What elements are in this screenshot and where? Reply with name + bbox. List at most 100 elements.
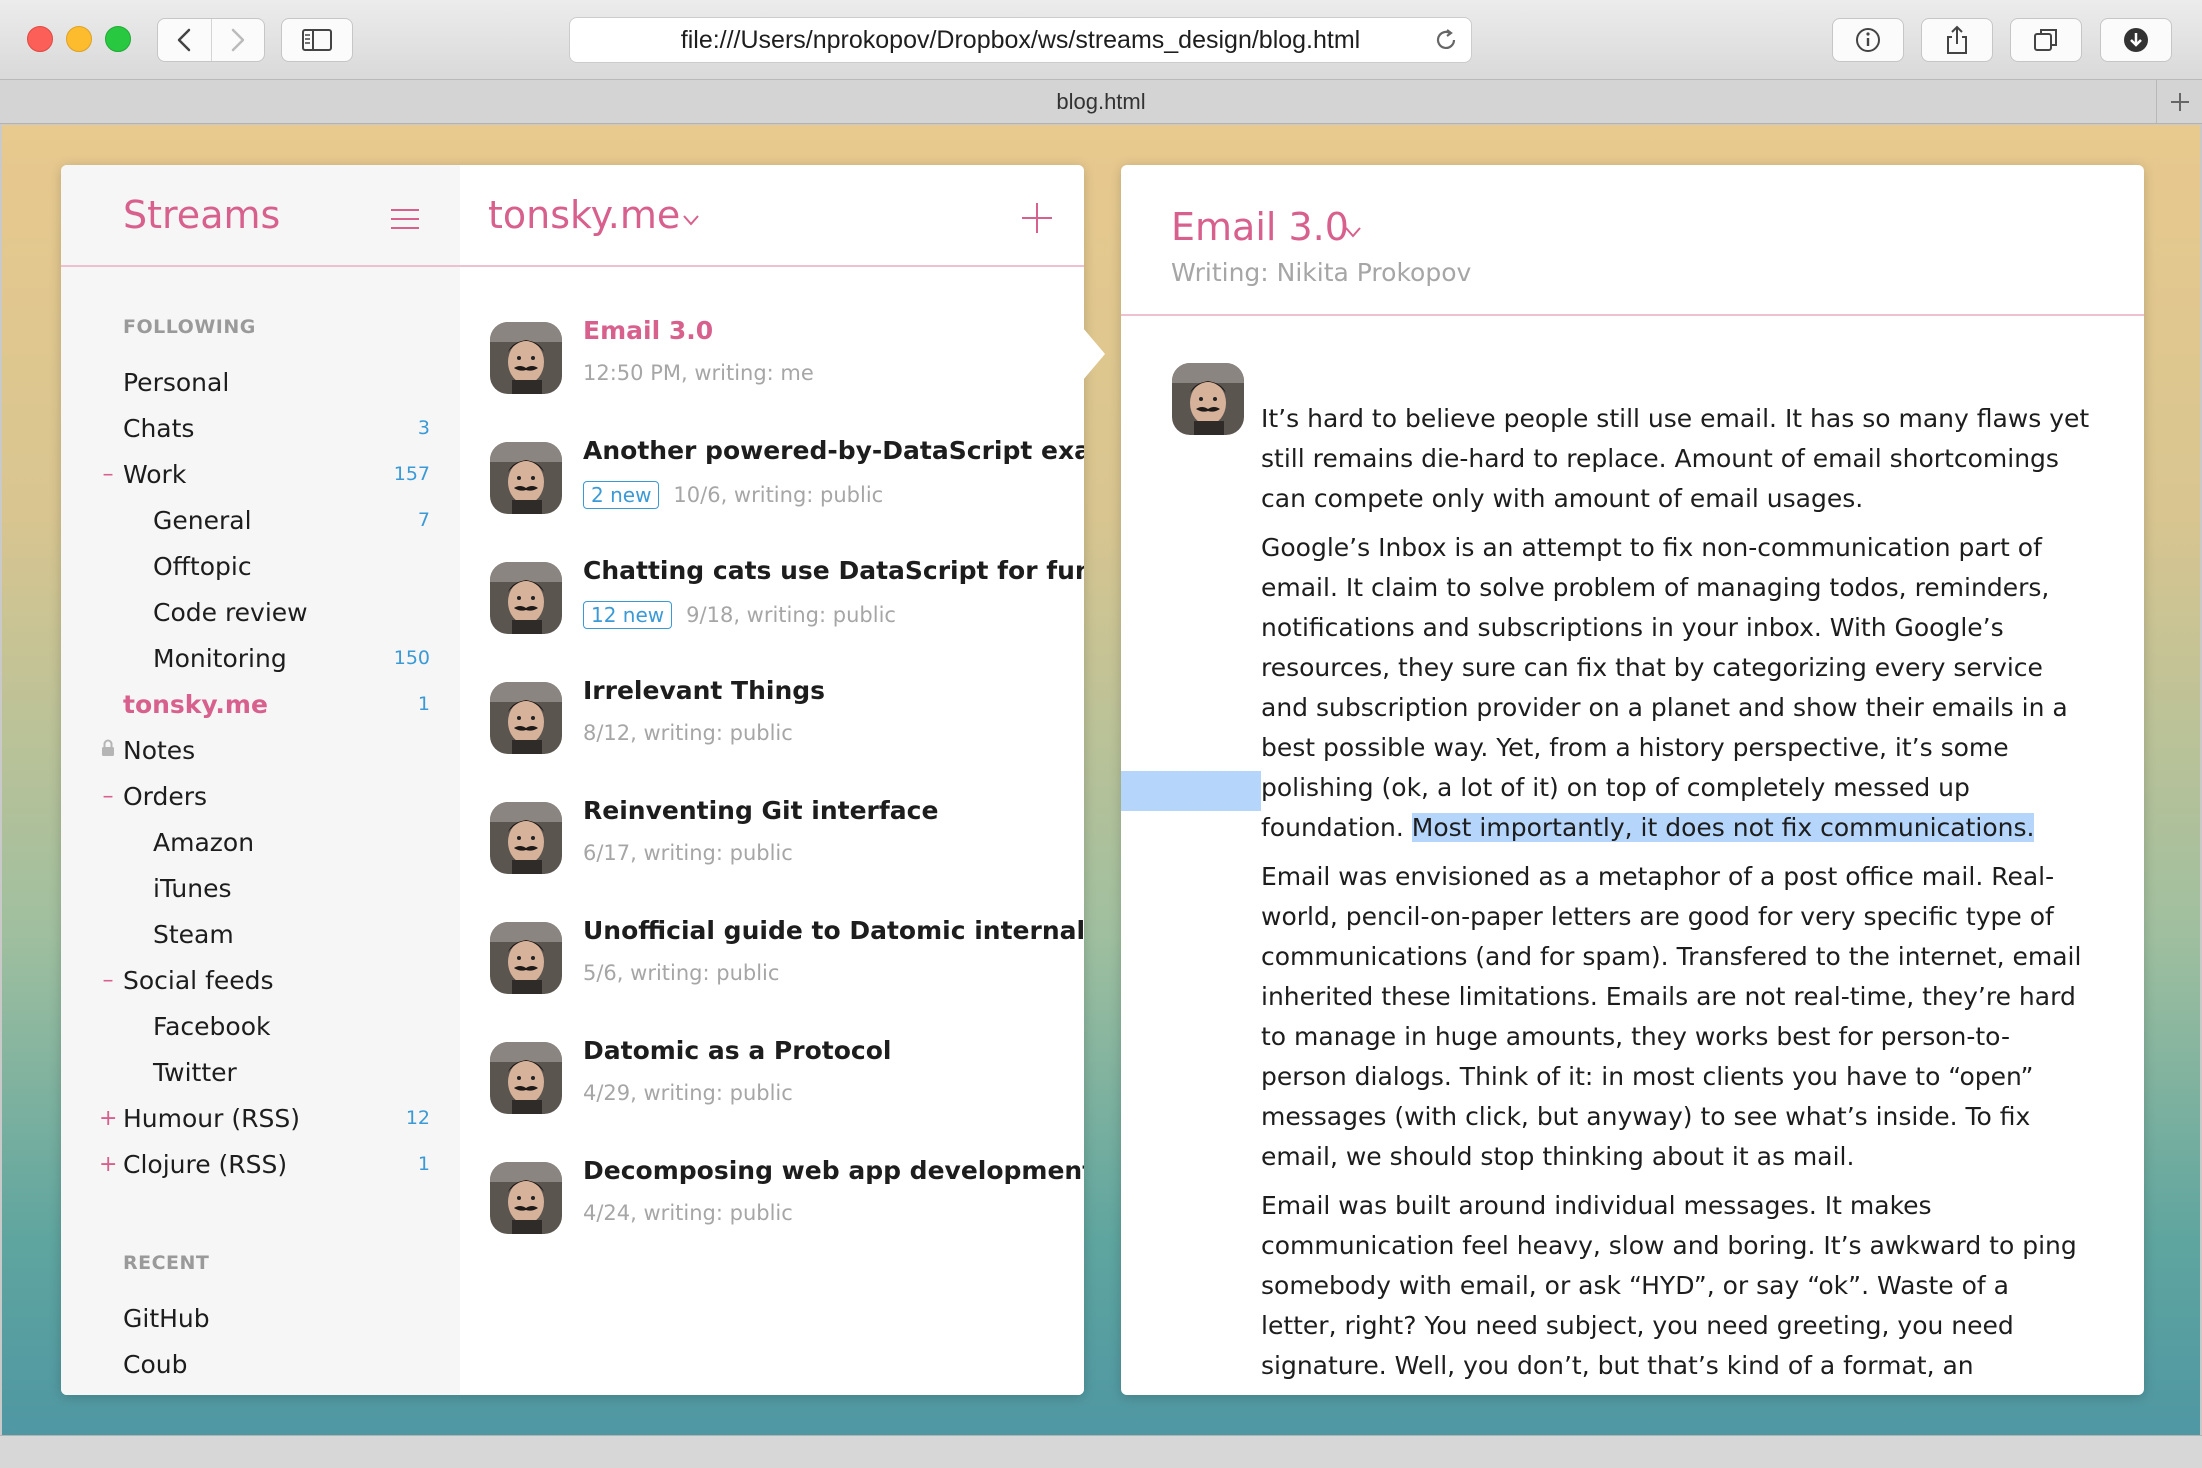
url-text: file:///Users/nprokopov/Dropbox/ws/strea… [680,25,1361,54]
info-icon [1856,28,1880,52]
post-item[interactable]: Email 3.0 12:50 PM, writing: me [460,312,1084,432]
post-item[interactable]: Irrelevant Things 8/12, writing: public [460,672,1084,792]
sidebar-item[interactable]: + Clojure (RSS) 1 [61,1141,460,1187]
back-button[interactable] [158,19,211,61]
avatar [490,682,562,754]
sidebar-item[interactable]: + Humour (RSS) 12 [61,1095,460,1141]
sidebar-item[interactable]: Personal [61,359,460,405]
downloads-button[interactable] [2100,18,2172,62]
sidebar-item-label: General [153,505,252,535]
sidebar-item-label: Steam [153,919,234,949]
post-meta: 8/12, writing: public [583,721,793,745]
info-button[interactable] [1832,18,1904,62]
tab-bar: blog.html [0,80,2202,124]
sidebar-item[interactable]: Monitoring 150 [61,635,460,681]
sidebar-item[interactable]: tonsky.me 1 [61,681,460,727]
author-avatar[interactable] [1172,363,1244,435]
tabs-overview-button[interactable] [2010,18,2082,62]
sidebar-item[interactable]: Steam [61,911,460,957]
sidebar-item-label: Amazon [153,827,255,857]
post-item[interactable]: Another powered-by-DataScript exa... 2 ne… [460,432,1084,552]
post-meta: 2 new 10/6, writing: public [583,481,883,509]
sidebar-item-label: Code review [153,597,308,627]
post-title: Reinventing Git interface [583,796,939,825]
tabs-icon [2034,29,2057,51]
post-item[interactable]: Chatting cats use DataScript for fun 12 n… [460,552,1084,672]
sidebar-toggle-button[interactable] [281,18,353,62]
post-meta-text: 8/12, writing: public [583,721,793,745]
post-meta: 12 new 9/18, writing: public [583,601,896,629]
sidebar-item[interactable]: Twitter [61,1049,460,1095]
sidebar-title: Streams [123,193,281,237]
chevron-left-icon [178,28,191,52]
unread-count: 157 [393,463,430,485]
post-title: Irrelevant Things [583,676,826,705]
sidebar-item[interactable]: General 7 [61,497,460,543]
sidebar-item[interactable]: Code review [61,589,460,635]
sidebar-item-label: Orders [123,781,208,811]
post-title: Chatting cats use DataScript for fun [583,556,1084,585]
recent-item[interactable]: GitHub [61,1295,460,1341]
sidebar-item[interactable]: – Social feeds [61,957,460,1003]
post-meta: 5/6, writing: public [583,961,779,985]
sidebar-item-label: Twitter [153,1057,237,1087]
streams-card: Streams FOLLOWING Personal Chats 3– Work 157… [61,165,1084,1395]
sidebar-item-label: Social feeds [123,965,274,995]
add-post-button[interactable] [1022,203,1052,233]
sidebar-item-label: Clojure (RSS) [123,1149,288,1179]
sidebar-item-label: Facebook [153,1011,271,1041]
post-item[interactable]: Reinventing Git interface 6/17, writing: … [460,792,1084,912]
lock-icon[interactable] [99,738,117,763]
share-button[interactable] [1921,18,1993,62]
unread-count: 7 [417,509,430,531]
document-title: Email 3.0 [1171,205,1349,249]
menu-icon[interactable] [391,209,419,231]
document-card: Email 3.0 Writing: Nikita Prokopov It’s … [1121,165,2144,1395]
sidebar-item[interactable]: Offtopic [61,543,460,589]
collapse-icon[interactable]: – [99,784,117,809]
close-window-button[interactable] [27,26,53,52]
recent-item[interactable]: Coub [61,1341,460,1387]
sidebar-item-label: Notes [123,735,196,765]
post-item[interactable]: Unofficial guide to Datomic internals 5/6… [460,912,1084,1032]
minimize-window-button[interactable] [66,26,92,52]
caret-down-icon[interactable] [1343,225,1363,239]
post-item[interactable]: Datomic as a Protocol 4/29, writing: publ… [460,1032,1084,1152]
expand-icon[interactable]: + [99,1106,117,1131]
expand-icon[interactable]: + [99,1152,117,1177]
window-bottom-bar [0,1435,2202,1468]
sidebar-item[interactable]: Amazon [61,819,460,865]
post-title: Another powered-by-DataScript exa... [583,436,1084,465]
avatar [490,562,562,634]
sidebar-item[interactable]: Chats 3 [61,405,460,451]
sidebar-item-label: Personal [123,367,230,397]
sidebar-item[interactable]: – Work 157 [61,451,460,497]
sidebar-item-label: Chats [123,413,195,443]
tab-title[interactable]: blog.html [1056,89,1145,115]
zoom-window-button[interactable] [105,26,131,52]
reload-icon[interactable] [1433,27,1459,53]
paragraph-3: Email was envisioned as a metaphor of a … [1261,862,2082,1171]
sidebar-item[interactable]: Notes [61,727,460,773]
new-tab-button[interactable] [2156,80,2202,123]
unread-count: 12 [405,1107,430,1129]
sidebar-item[interactable]: – Orders [61,773,460,819]
forward-button[interactable] [210,19,264,61]
address-bar[interactable]: file:///Users/nprokopov/Dropbox/ws/strea… [569,17,1472,63]
post-item[interactable]: Decomposing web app development 4/24, wri… [460,1152,1084,1272]
stream-title[interactable]: tonsky.me [488,193,680,237]
post-meta-text: 10/6, writing: public [673,483,884,507]
document-body: It’s hard to believe people still use em… [1261,399,2091,1395]
post-meta: 4/24, writing: public [583,1201,793,1225]
post-title: Datomic as a Protocol [583,1036,892,1065]
sidebar-item-label: Monitoring [153,643,287,673]
collapse-icon[interactable]: – [99,968,117,993]
post-title: Unofficial guide to Datomic internals [583,916,1084,945]
sidebar-item[interactable]: Facebook [61,1003,460,1049]
caret-down-icon[interactable] [681,213,701,227]
sidebar-item[interactable]: iTunes [61,865,460,911]
avatar [490,802,562,874]
collapse-icon[interactable]: – [99,462,117,487]
post-meta: 12:50 PM, writing: me [583,361,814,385]
post-title: Email 3.0 [583,316,714,345]
